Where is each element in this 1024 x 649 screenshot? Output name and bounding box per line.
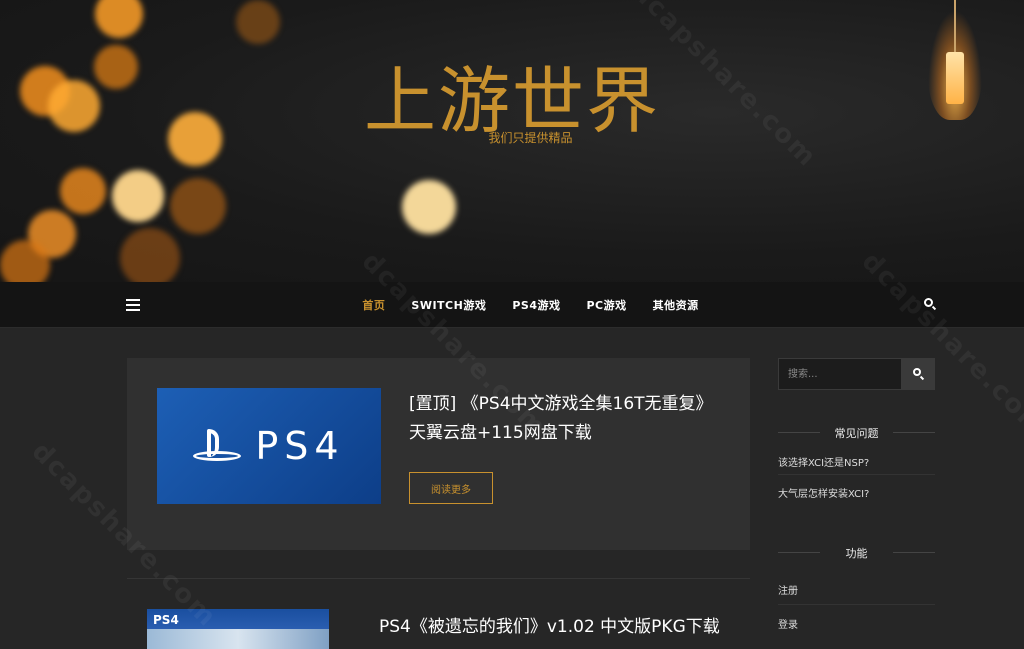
header-banner: 上游世界 我们只提供精品 [0,0,1024,282]
divider [778,604,935,605]
search-submit-button[interactable] [902,358,935,390]
main-content: PS4 [置顶] 《PS4中文游戏全集16T无重复》 天翼云盘+115网盘下载 … [0,328,1024,649]
search-icon[interactable] [924,298,938,312]
nav-item-other[interactable]: 其他资源 [653,297,699,313]
nav-item-pc[interactable]: PC游戏 [586,297,626,313]
nav-item-switch[interactable]: SWITCH游戏 [411,297,486,313]
divider [127,578,750,579]
sidebar-link-install-xci[interactable]: 大气层怎样安装XCI? [778,485,869,500]
post-title[interactable]: [置顶] 《PS4中文游戏全集16T无重复》 天翼云盘+115网盘下载 [409,390,719,448]
sticky-post-card: PS4 [置顶] 《PS4中文游戏全集16T无重复》 天翼云盘+115网盘下载 … [127,358,750,550]
search-input[interactable] [778,358,902,390]
bokeh-light [402,180,456,234]
read-more-button[interactable]: 阅读更多 [409,472,493,504]
main-nav: 首页 SWITCH游戏 PS4游戏 PC游戏 其他资源 [0,282,1024,328]
bokeh-light [112,170,164,222]
thumbnail-text: PS4 [255,424,345,468]
bokeh-light [120,228,180,282]
thumbnail-text: PS4 [153,613,179,627]
post-thumbnail[interactable]: PS4 [147,609,329,649]
post-title[interactable]: PS4《被遗忘的我们》v1.02 中文版PKG下载 [379,612,720,637]
bokeh-light [170,178,226,234]
bokeh-light [95,0,143,38]
playstation-logo-icon [193,429,242,463]
func-widget-title: 功能 [778,545,935,561]
bokeh-light [60,168,106,214]
sidebar-link-xci-nsp[interactable]: 该选择XCI还是NSP? [778,454,869,469]
sidebar-link-login[interactable]: 登录 [778,616,798,631]
post-thumbnail[interactable]: PS4 [157,388,381,504]
divider [778,474,935,475]
site-tagline: 我们只提供精品 [488,131,573,145]
bokeh-light [0,240,50,282]
faq-widget-title: 常见问题 [778,425,935,441]
sidebar-link-register[interactable]: 注册 [778,582,798,597]
nav-item-home[interactable]: 首页 [362,297,385,313]
nav-item-ps4[interactable]: PS4游戏 [512,297,560,313]
nav-menu: 首页 SWITCH游戏 PS4游戏 PC游戏 其他资源 [0,282,1024,328]
bokeh-light [236,0,280,44]
